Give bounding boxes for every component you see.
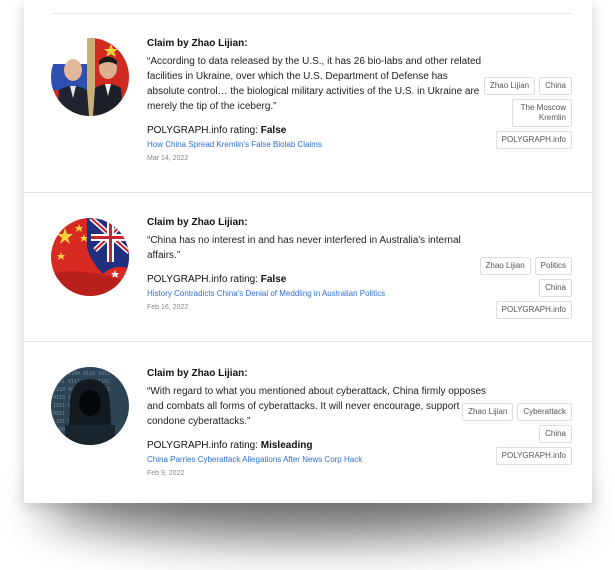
claim-item: Claim by Zhao Lijian: “According to data… — [24, 14, 592, 193]
tag-zhao-lijian[interactable]: Zhao Lijian — [479, 257, 531, 275]
tag-china[interactable]: China — [539, 425, 572, 443]
claim-photo-china-australia — [51, 218, 129, 296]
china-australia-flags-image — [51, 218, 129, 296]
claim-photo-putin-xi — [51, 38, 129, 116]
tag-list: Zhao Lijian China The Moscow Kremlin POL… — [462, 77, 572, 149]
claims-card: Claim by Zhao Lijian: “According to data… — [24, 0, 592, 503]
rating-line: POLYGRAPH.info rating: Misleading — [147, 439, 487, 452]
svg-text:0101 1100 0110 1011: 0101 1100 0110 1011 — [53, 371, 110, 377]
tag-moscow-kremlin[interactable]: The Moscow Kremlin — [512, 99, 572, 127]
rating-value: Misleading — [260, 440, 313, 451]
claim-item: 0101 1100 0110 1011 1001 0111 0100 1101 … — [24, 342, 592, 503]
putin-xi-image — [51, 38, 129, 116]
claim-quote: “According to data released by the U.S.,… — [147, 56, 482, 112]
tag-china[interactable]: China — [539, 77, 572, 95]
claim-by-label: Claim by Zhao Lijian: — [147, 217, 248, 228]
tag-politics[interactable]: Politics — [534, 257, 572, 275]
rating-value: False — [260, 125, 287, 136]
article-date: Feb 9, 2022 — [147, 470, 185, 477]
tag-list: Zhao Lijian Cyberattack China POLYGRAPH.… — [462, 403, 572, 465]
rating-prefix: POLYGRAPH.info rating: — [147, 440, 258, 451]
claim-item: Claim by Zhao Lijian: “China has no inte… — [24, 193, 592, 342]
claim-quote: “With regard to what you mentioned about… — [147, 386, 487, 427]
screenshot-stage: Claim by Zhao Lijian: “According to data… — [0, 0, 615, 570]
tag-zhao-lijian[interactable]: Zhao Lijian — [462, 403, 514, 421]
tag-zhao-lijian[interactable]: Zhao Lijian — [483, 77, 536, 95]
rating-prefix: POLYGRAPH.info rating: — [147, 125, 258, 136]
article-date: Mar 14, 2022 — [147, 155, 189, 162]
tag-china[interactable]: China — [539, 279, 572, 297]
article-headline-link[interactable]: How China Spread Kremlin's False Biolab … — [147, 139, 487, 150]
tag-polygraph[interactable]: POLYGRAPH.info — [495, 447, 572, 465]
rating-prefix: POLYGRAPH.info rating: — [147, 274, 258, 285]
tag-polygraph[interactable]: POLYGRAPH.info — [495, 301, 572, 319]
claim-by-label: Claim by Zhao Lijian: — [147, 368, 248, 379]
article-headline-link[interactable]: China Parries Cyberattack Allegations Af… — [147, 454, 487, 465]
hooded-hacker-image: 0101 1100 0110 1011 1001 0111 0100 1101 … — [51, 367, 129, 445]
rating-value: False — [260, 274, 287, 285]
tag-list: Zhao Lijian Politics China POLYGRAPH.inf… — [472, 257, 572, 319]
claim-text: Claim by Zhao Lijian: “With regard to wh… — [147, 367, 487, 478]
rating-line: POLYGRAPH.info rating: False — [147, 273, 487, 286]
article-headline-link[interactable]: History Contradicts China's Denial of Me… — [147, 288, 487, 299]
tag-polygraph[interactable]: POLYGRAPH.info — [495, 131, 572, 149]
tag-cyberattack[interactable]: Cyberattack — [517, 403, 572, 421]
claim-photo-hacker: 0101 1100 0110 1011 1001 0111 0100 1101 … — [51, 367, 129, 445]
claim-text: Claim by Zhao Lijian: “According to data… — [147, 37, 487, 163]
claim-by-label: Claim by Zhao Lijian: — [147, 38, 248, 49]
claim-quote: “China has no interest in and has never … — [147, 235, 461, 261]
article-date: Feb 16, 2022 — [147, 304, 189, 311]
rating-line: POLYGRAPH.info rating: False — [147, 124, 487, 137]
claim-text: Claim by Zhao Lijian: “China has no inte… — [147, 216, 487, 312]
